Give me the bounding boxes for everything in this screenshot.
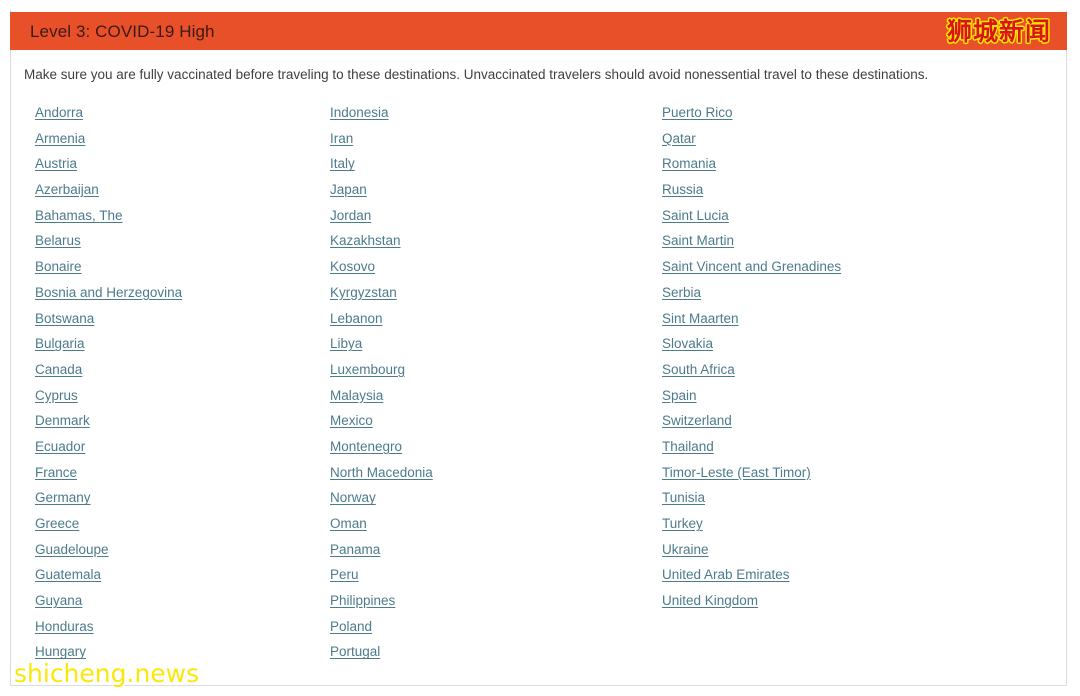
destination-link[interactable]: North Macedonia [330, 460, 433, 486]
destination-link[interactable]: Saint Lucia [662, 203, 729, 229]
destination-link[interactable]: Armenia [35, 126, 85, 152]
destination-link[interactable]: Peru [330, 562, 359, 588]
destination-link[interactable]: Portugal [330, 639, 380, 665]
destination-link[interactable]: Andorra [35, 100, 83, 126]
destination-link[interactable]: Cyprus [35, 383, 78, 409]
destination-column-2: Indonesia Iran Italy Japan Jordan Kazakhstan K… [330, 100, 662, 665]
destination-link[interactable]: Bahamas, The [35, 203, 123, 229]
destination-link[interactable]: Austria [35, 151, 77, 177]
destination-link[interactable]: Kyrgyzstan [330, 280, 397, 306]
destination-link[interactable]: Japan [330, 177, 367, 203]
destination-link[interactable]: Serbia [662, 280, 701, 306]
destination-link[interactable]: Guadeloupe [35, 537, 109, 563]
destination-link[interactable]: Thailand [662, 434, 714, 460]
destination-link[interactable]: Ukraine [662, 537, 709, 563]
destination-link[interactable]: Sint Maarten [662, 306, 739, 332]
destination-link[interactable]: Romania [662, 151, 716, 177]
destination-link[interactable]: Bulgaria [35, 331, 85, 357]
destination-link[interactable]: Denmark [35, 408, 90, 434]
destination-link[interactable]: South Africa [662, 357, 735, 383]
destination-columns: Andorra Armenia Austria Azerbaijan Bahamas, … [0, 100, 1057, 665]
destination-link[interactable]: Oman [330, 511, 367, 537]
destination-link[interactable]: Lebanon [330, 306, 383, 332]
destination-link[interactable]: Mexico [330, 408, 373, 434]
advisory-description: Make sure you are fully vaccinated befor… [24, 67, 929, 82]
destination-link[interactable]: Switzerland [662, 408, 732, 434]
destination-link[interactable]: Philippines [330, 588, 395, 614]
destination-link[interactable]: Azerbaijan [35, 177, 99, 203]
page-title: Level 3: COVID-19 High [30, 21, 215, 41]
destination-link[interactable]: Greece [35, 511, 79, 537]
destination-link[interactable]: Germany [35, 485, 91, 511]
destination-link[interactable]: Kazakhstan [330, 228, 401, 254]
destination-link[interactable]: Botswana [35, 306, 94, 332]
destination-link[interactable]: Libya [330, 331, 362, 357]
destination-link[interactable]: Ecuador [35, 434, 85, 460]
destination-link[interactable]: Timor-Leste (East Timor) [662, 460, 811, 486]
destination-column-3: Puerto Rico Qatar Romania Russia Saint Lucia… [662, 100, 1022, 665]
destination-link[interactable]: Turkey [662, 511, 703, 537]
destination-link[interactable]: Guatemala [35, 562, 101, 588]
destination-link[interactable]: Norway [330, 485, 376, 511]
destination-link[interactable]: Jordan [330, 203, 371, 229]
destination-link[interactable]: Tunisia [662, 485, 705, 511]
page-root: Level 3: COVID-19 High 狮城新闻 Make sure yo… [0, 0, 1080, 696]
destination-link[interactable]: Indonesia [330, 100, 389, 126]
destination-link[interactable]: Spain [662, 383, 697, 409]
destination-link[interactable]: Bosnia and Herzegovina [35, 280, 182, 306]
destination-link[interactable]: Honduras [35, 614, 94, 640]
destination-link[interactable]: Kosovo [330, 254, 375, 280]
destination-link[interactable]: Saint Vincent and Grenadines [662, 254, 841, 280]
destination-link[interactable]: Luxembourg [330, 357, 405, 383]
destination-link[interactable]: Montenegro [330, 434, 402, 460]
destination-link[interactable]: United Kingdom [662, 588, 758, 614]
destination-link[interactable]: France [35, 460, 77, 486]
destination-link[interactable]: Belarus [35, 228, 81, 254]
destination-link[interactable]: Iran [330, 126, 353, 152]
destination-link[interactable]: Canada [35, 357, 82, 383]
destination-link[interactable]: Slovakia [662, 331, 713, 357]
destination-column-1: Andorra Armenia Austria Azerbaijan Bahamas, … [0, 100, 330, 665]
destination-link[interactable]: Guyana [35, 588, 82, 614]
brand-watermark: 狮城新闻 [946, 16, 1051, 46]
destination-link[interactable]: Panama [330, 537, 380, 563]
destination-link[interactable]: Italy [330, 151, 355, 177]
destination-link[interactable]: Malaysia [330, 383, 383, 409]
destination-link[interactable]: Russia [662, 177, 703, 203]
destination-link[interactable]: Saint Martin [662, 228, 734, 254]
destination-link[interactable]: Poland [330, 614, 372, 640]
site-watermark: shicheng.news [14, 659, 200, 688]
destination-link[interactable]: United Arab Emirates [662, 562, 790, 588]
destination-link[interactable]: Puerto Rico [662, 100, 733, 126]
level-banner: Level 3: COVID-19 High 狮城新闻 [10, 12, 1067, 50]
destination-link[interactable]: Qatar [662, 126, 696, 152]
destination-link[interactable]: Bonaire [35, 254, 82, 280]
